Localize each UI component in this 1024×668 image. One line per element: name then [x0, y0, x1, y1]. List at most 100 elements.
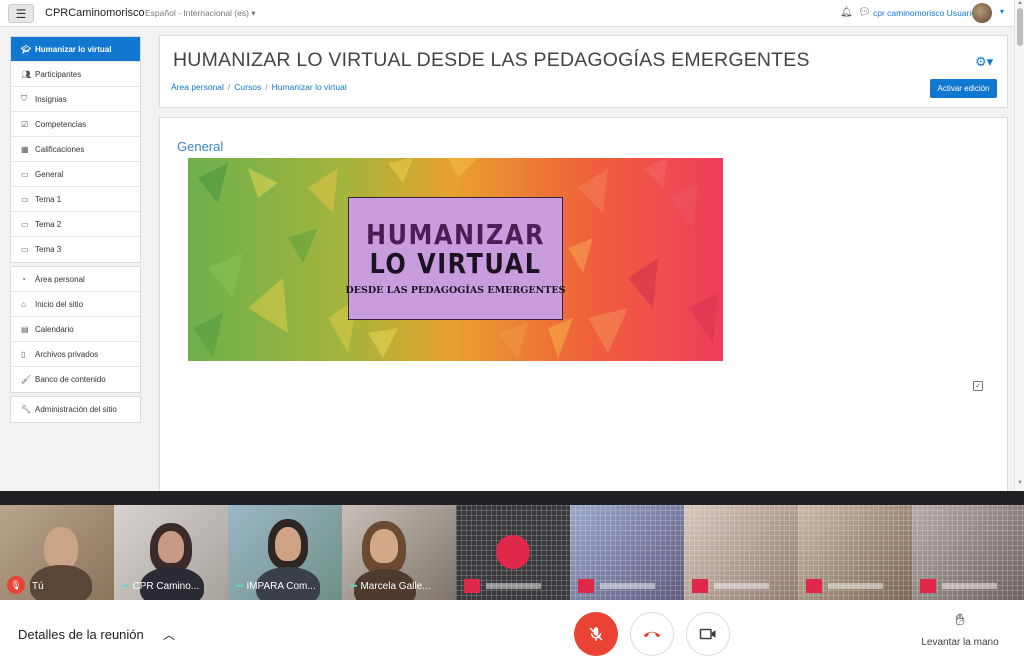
- participant-tile[interactable]: [912, 505, 1024, 600]
- mic-off-icon: 🎙︎: [7, 576, 25, 594]
- course-banner-image: HUMANIZAR LO VIRTUAL DESDE LAS PEDAGOGÍA…: [188, 158, 723, 361]
- completion-checkbox-icon[interactable]: ✓: [973, 381, 983, 391]
- participant-tile[interactable]: [570, 505, 684, 600]
- sidebar-item-label: General: [35, 169, 64, 179]
- microphone-toggle-button[interactable]: [574, 612, 618, 656]
- speaking-indicator-icon: •••: [350, 581, 358, 591]
- participant-tile[interactable]: ••• CPR Camino...: [114, 505, 228, 600]
- scrollbar-thumb[interactable]: [1017, 8, 1023, 46]
- user-menu-caret-icon[interactable]: ▾: [1000, 7, 1004, 16]
- mic-off-icon: [692, 579, 708, 593]
- sidebar-item-tema-2[interactable]: ▭ Tema 2: [11, 212, 140, 237]
- sidebar-item-general[interactable]: ▭ General: [11, 162, 140, 187]
- section-title[interactable]: General: [177, 139, 223, 154]
- sidebar-item-label: Calendario: [35, 324, 74, 334]
- participant-video: [370, 529, 398, 563]
- sidebar-item-competencias[interactable]: ☑ Competencias: [11, 112, 140, 137]
- course-nav-group: 🎓︎ Humanizar lo virtual 👥︎ Participantes…: [10, 36, 141, 263]
- speaking-indicator-icon: •••: [236, 581, 244, 591]
- participant-tile[interactable]: ••• IMPARA Com...: [228, 505, 342, 600]
- sidebar-item-label: Administración del sitio: [35, 405, 117, 414]
- shield-icon: ⛉: [21, 94, 27, 103]
- avatar: [496, 535, 530, 569]
- course-content: General HUMANIZAR LO VIRTUAL DESDE LAS P…: [159, 117, 1008, 491]
- breadcrumb-link[interactable]: Cursos: [234, 82, 261, 92]
- participant-name-text: IMPARA Com...: [246, 581, 316, 592]
- nav-drawer: 🎓︎ Humanizar lo virtual 👥︎ Participantes…: [10, 36, 141, 426]
- breadcrumb-link[interactable]: Humanizar lo virtual: [272, 82, 347, 92]
- blurred-name: [486, 583, 541, 589]
- mic-off-icon: [589, 627, 603, 641]
- language-menu[interactable]: Español - Internacional (es) ▾: [145, 8, 256, 19]
- messages-chat-icon[interactable]: 💬︎: [858, 7, 871, 18]
- leave-call-button[interactable]: [630, 612, 674, 656]
- sidebar-item-tema-3[interactable]: ▭ Tema 3: [11, 237, 140, 262]
- site-nav-group: ◔ Área personal ⌂ Inicio del sitio ▤ Cal…: [10, 266, 141, 393]
- chevron-up-icon[interactable]: ︿: [163, 626, 175, 643]
- screen: ☰ CPRCaminomorisco Español - Internacion…: [0, 0, 1024, 668]
- mic-off-icon: [806, 579, 822, 593]
- sidebar-item-insignias[interactable]: ⛉ Insignias: [11, 87, 140, 112]
- users-icon: 👥︎: [21, 69, 32, 79]
- blurred-name: [942, 583, 997, 589]
- site-name-link[interactable]: CPRCaminomorisco: [45, 7, 145, 19]
- turn-editing-on-button[interactable]: Activar edición: [930, 79, 997, 98]
- sidebar-item-label: Participantes: [35, 69, 82, 79]
- sidebar-item-label: Tema 2: [35, 219, 62, 229]
- hamburger-menu-icon[interactable]: ☰: [8, 4, 34, 23]
- raise-hand-button[interactable]: ✋︎ Levantar la mano: [910, 612, 1010, 650]
- scroll-down-arrow-icon[interactable]: ▼: [1017, 480, 1023, 486]
- banner-title-box: HUMANIZAR LO VIRTUAL DESDE LAS PEDAGOGÍA…: [346, 197, 565, 320]
- folder-icon: ▭: [21, 194, 29, 204]
- participant-video: [158, 531, 184, 563]
- sidebar-item-archivos[interactable]: ▯ Archivos privados: [11, 342, 140, 367]
- breadcrumb-separator: /: [227, 82, 231, 92]
- sidebar-item-inicio[interactable]: ⌂ Inicio del sitio: [11, 292, 140, 317]
- notifications-bell-icon[interactable]: 🔔︎: [840, 7, 853, 18]
- sidebar-item-area-personal[interactable]: ◔ Área personal: [11, 267, 140, 292]
- sidebar-item-calendario[interactable]: ▤ Calendario: [11, 317, 140, 342]
- sidebar-item-banco[interactable]: 🖌︎ Banco de contenido: [11, 367, 140, 392]
- participants-strip: 🎙︎ Tú ••• CPR Camino... ••• IMPARA Com... …: [0, 505, 1024, 600]
- sidebar-item-participantes[interactable]: 👥︎ Participantes: [11, 62, 140, 87]
- mic-off-icon: [464, 579, 480, 593]
- gear-icon[interactable]: ⚙▾: [975, 54, 993, 70]
- breadcrumb: Área personal / Cursos / Humanizar lo virtua…: [171, 82, 347, 92]
- sidebar-item-calificaciones[interactable]: ▦ Calificaciones: [11, 137, 140, 162]
- page-header: HUMANIZAR LO VIRTUAL DESDE LAS PEDAGOGÍA…: [159, 35, 1008, 108]
- moodle-page: ☰ CPRCaminomorisco Español - Internacion…: [0, 0, 1024, 491]
- page-scrollbar[interactable]: ▲ ▼: [1014, 0, 1024, 491]
- folder-icon: ▭: [21, 219, 29, 229]
- participant-video: [44, 527, 78, 569]
- camera-toggle-button[interactable]: [686, 612, 730, 656]
- participant-tile[interactable]: ••• Marcela Galle...: [342, 505, 456, 600]
- paint-brush-icon: 🖌︎: [21, 375, 32, 384]
- participant-name-text: CPR Camino...: [132, 581, 200, 592]
- blurred-name: [600, 583, 655, 589]
- participant-tile[interactable]: [798, 505, 912, 600]
- wrench-icon: 🔧︎: [21, 405, 32, 414]
- sidebar-item-administracion[interactable]: 🔧︎ Administración del sitio: [11, 397, 140, 422]
- sidebar-item-course[interactable]: 🎓︎ Humanizar lo virtual: [11, 37, 140, 62]
- folder-icon: ▭: [21, 169, 29, 179]
- participant-tile[interactable]: [684, 505, 798, 600]
- banner-title-line: LO VIRTUAL: [369, 247, 542, 281]
- user-menu-name[interactable]: cpr caminomorisco Usuario: [873, 8, 976, 18]
- participant-tile[interactable]: 🎙︎ Tú: [0, 505, 114, 600]
- page-title: HUMANIZAR LO VIRTUAL DESDE LAS PEDAGOGÍA…: [173, 49, 810, 71]
- user-avatar[interactable]: [972, 3, 992, 23]
- meeting-details-button[interactable]: Detalles de la reunión: [18, 627, 144, 642]
- sidebar-item-label: Humanizar lo virtual: [35, 44, 112, 54]
- sidebar-item-label: Área personal: [35, 274, 85, 284]
- sidebar-item-tema-1[interactable]: ▭ Tema 1: [11, 187, 140, 212]
- sidebar-item-label: Tema 1: [35, 194, 62, 204]
- breadcrumb-separator: /: [265, 82, 268, 92]
- blurred-name: [714, 583, 769, 589]
- breadcrumb-link[interactable]: Área personal: [171, 82, 224, 92]
- scroll-up-arrow-icon[interactable]: ▲: [1017, 0, 1023, 6]
- raise-hand-label: Levantar la mano: [921, 637, 999, 648]
- mic-off-icon: [578, 579, 594, 593]
- participant-tile[interactable]: [456, 505, 570, 600]
- sidebar-item-label: Calificaciones: [35, 144, 85, 154]
- sidebar-item-label: Banco de contenido: [35, 375, 106, 384]
